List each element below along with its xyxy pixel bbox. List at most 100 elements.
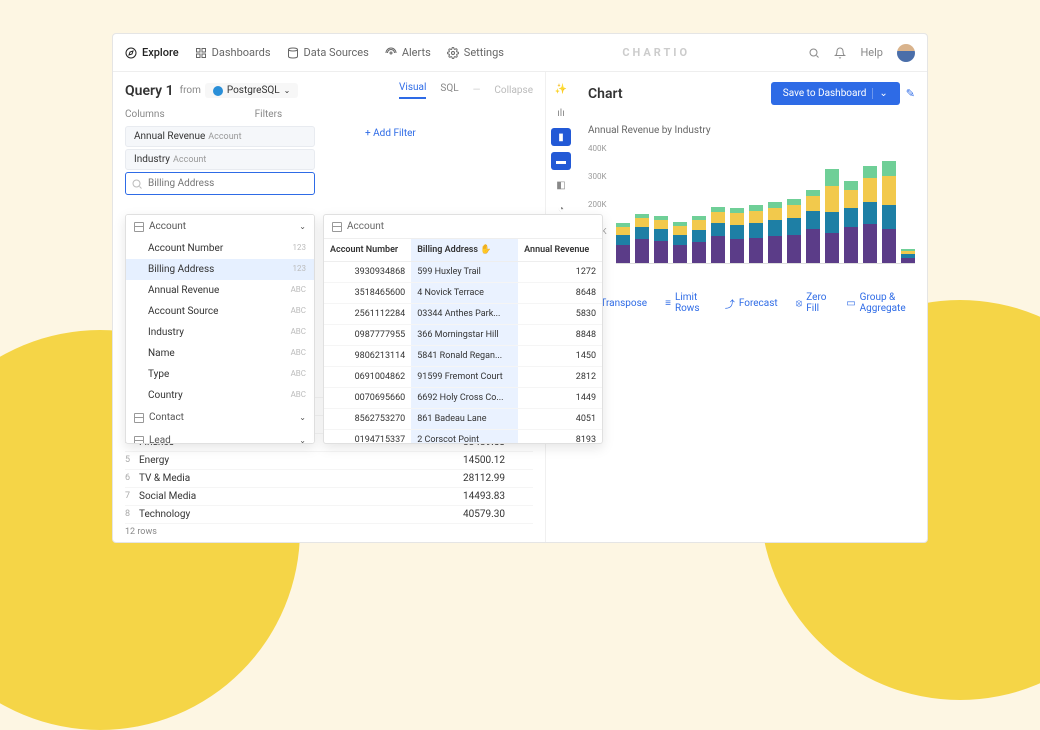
result-row: 8Technology40579.30 xyxy=(125,506,533,524)
column-pill[interactable]: Annual RevenueAccount xyxy=(125,126,315,147)
nav-datasources[interactable]: Data Sources xyxy=(287,46,369,59)
dropdown-item[interactable]: NameABC xyxy=(126,343,314,364)
column-pill[interactable]: IndustryAccount xyxy=(125,149,315,170)
preview-row: 3930934868599 Huxley Trail1272 xyxy=(324,262,602,283)
preview-row: 01947153372 Corscot Point8193 xyxy=(324,430,602,444)
stacked-bar2-icon[interactable]: ▬ xyxy=(551,152,571,170)
chevron-down-icon: ⌄ xyxy=(872,88,887,99)
dd-group-lead[interactable]: Lead⌄ xyxy=(126,429,314,444)
db-selector[interactable]: PostgreSQL ⌄ xyxy=(205,83,299,98)
preview-col-header[interactable]: Annual Revenue xyxy=(518,239,602,262)
chart-bar xyxy=(806,190,820,263)
chevron-down-icon: ⌄ xyxy=(299,222,306,231)
preview-row: 8562753270861 Badeau Lane4051 xyxy=(324,409,602,430)
database-icon xyxy=(287,47,299,59)
chart-bar xyxy=(749,205,763,263)
nav-explore[interactable]: Explore xyxy=(125,46,179,59)
preview-row: 069100486291599 Fremont Court2812 xyxy=(324,367,602,388)
tab-sql[interactable]: SQL xyxy=(440,83,458,98)
stacked-bar-icon[interactable]: ▮ xyxy=(551,128,571,146)
nav-dashboards-label: Dashboards xyxy=(212,46,271,59)
column-dropdown: Account⌄ Account Number123Billing Addres… xyxy=(125,214,315,444)
chart-bar xyxy=(863,166,877,264)
tab-visual[interactable]: Visual xyxy=(399,82,426,99)
search-icon xyxy=(131,178,143,190)
group-icon: ▭ xyxy=(846,298,855,309)
bell-icon[interactable] xyxy=(834,47,846,59)
column-search-input[interactable] xyxy=(125,172,315,195)
chart-bar xyxy=(692,216,706,263)
zero-icon: ⦻ xyxy=(796,298,803,309)
search-icon[interactable] xyxy=(808,47,820,59)
nav-alerts[interactable]: Alerts xyxy=(385,46,431,59)
kpi-icon[interactable]: ◧ xyxy=(551,176,571,194)
dropdown-item[interactable]: Account Number123 xyxy=(126,238,314,259)
filters-label: Filters xyxy=(255,109,283,120)
help-link[interactable]: Help xyxy=(860,46,883,59)
cursor-icon: ✋ xyxy=(480,245,491,255)
nav-dashboards[interactable]: Dashboards xyxy=(195,46,271,59)
result-row: 7Social Media14493.83 xyxy=(125,488,533,506)
columns-label: Columns xyxy=(125,109,165,120)
chart-bar xyxy=(616,223,630,263)
dropdown-item[interactable]: Account SourceABC xyxy=(126,301,314,322)
nav-settings[interactable]: Settings xyxy=(447,46,504,59)
nav-explore-label: Explore xyxy=(142,46,179,59)
chart-bar xyxy=(635,214,649,263)
preview-row: 98062131145841 Ronald Regan...1450 xyxy=(324,346,602,367)
preview-col-header[interactable]: Account Number xyxy=(324,239,411,262)
chart-canvas: 400K300K200K100K0 xyxy=(588,144,915,264)
chart-bar xyxy=(673,222,687,263)
edit-icon[interactable]: ✎ xyxy=(906,87,915,100)
add-filter-link[interactable]: + Add Filter xyxy=(365,128,416,139)
chart-title: Chart xyxy=(588,86,623,102)
chart-bar xyxy=(844,181,858,263)
radio-icon xyxy=(385,47,397,59)
dd-group-account[interactable]: Account⌄ xyxy=(126,215,314,238)
limit-rows-action[interactable]: ≡Limit Rows xyxy=(665,292,707,314)
chart-bar xyxy=(711,207,725,263)
preview-row: 00706956606692 Holy Cross Co...1449 xyxy=(324,388,602,409)
dropdown-item[interactable]: IndustryABC xyxy=(126,322,314,343)
dropdown-item[interactable]: CountryABC xyxy=(126,385,314,406)
forecast-action[interactable]: ⤴Forecast xyxy=(725,292,778,314)
save-to-dashboard-button[interactable]: Save to Dashboard⌄ xyxy=(771,82,900,105)
column-search[interactable] xyxy=(125,172,315,195)
preview-col-header-selected[interactable]: Billing Address ✋ xyxy=(411,239,518,262)
dd-group-contact[interactable]: Contact⌄ xyxy=(126,406,314,429)
app-window: Explore Dashboards Data Sources Alerts S… xyxy=(112,33,928,543)
limit-icon: ≡ xyxy=(665,298,671,309)
bar-chart-icon[interactable]: ılı xyxy=(551,104,571,122)
zero-fill-action[interactable]: ⦻Zero Fill xyxy=(796,292,829,314)
top-nav: Explore Dashboards Data Sources Alerts S… xyxy=(113,34,927,72)
db-dot-icon xyxy=(213,86,223,96)
compass-icon xyxy=(125,47,137,59)
chart-bar xyxy=(730,208,744,263)
dropdown-item[interactable]: Annual RevenueABC xyxy=(126,280,314,301)
table-icon xyxy=(134,222,144,232)
dashboard-icon xyxy=(195,47,207,59)
chart-bar xyxy=(654,216,668,263)
chart-bar xyxy=(768,202,782,263)
chevron-down-icon: ⌄ xyxy=(299,436,306,444)
forecast-icon: ⤴ xyxy=(725,296,735,311)
preview-row: 0987777955366 Morningstar Hill8848 xyxy=(324,325,602,346)
result-row: 6TV & Media28112.99 xyxy=(125,470,533,488)
query-title: Query 1 xyxy=(125,83,174,99)
preview-popup: Account Account Number Billing Address ✋… xyxy=(323,214,603,444)
dropdown-item[interactable]: Billing Address123 xyxy=(126,259,314,280)
dropdown-item[interactable]: TypeABC xyxy=(126,364,314,385)
chart-bar xyxy=(825,169,839,263)
result-row: 5Energy14500.12 xyxy=(125,452,533,470)
preview-row: 256111228403344 Anthes Park...5830 xyxy=(324,304,602,325)
group-aggregate-action[interactable]: ▭Group & Aggregate xyxy=(846,292,915,314)
chart-bar xyxy=(882,161,896,263)
preview-group-label: Account xyxy=(347,221,384,232)
nav-datasources-label: Data Sources xyxy=(304,46,369,59)
collapse-link[interactable]: Collapse xyxy=(494,85,533,96)
table-icon xyxy=(134,436,144,445)
avatar[interactable] xyxy=(897,44,915,62)
chart-subtitle: Annual Revenue by Industry xyxy=(588,125,915,136)
auto-icon[interactable]: ✨ xyxy=(551,80,571,98)
chart-bar xyxy=(787,199,801,264)
